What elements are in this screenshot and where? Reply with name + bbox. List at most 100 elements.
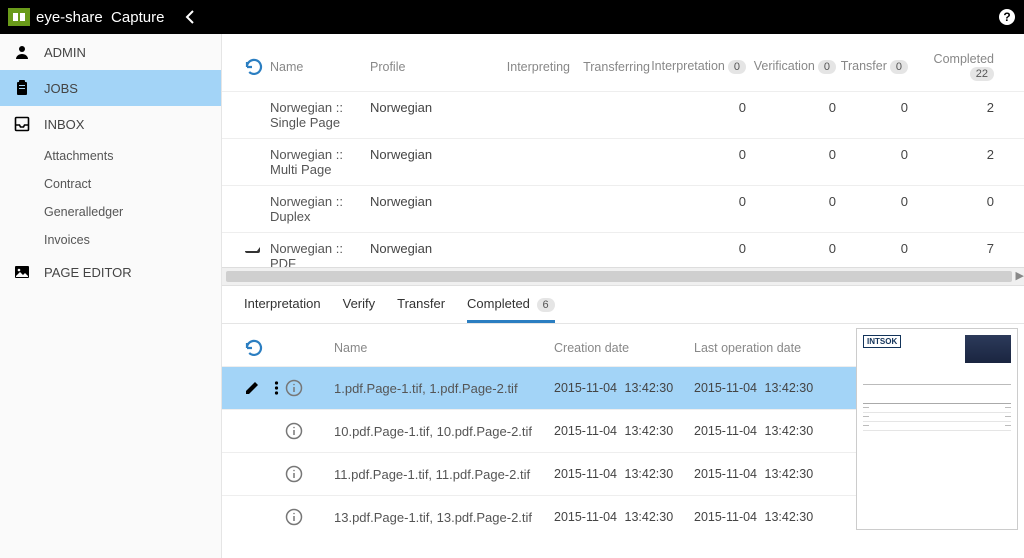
job-verification: 0 <box>746 147 836 162</box>
scanner-icon <box>244 241 270 255</box>
refresh-jobs-button[interactable] <box>244 57 270 77</box>
job-interpretation: 0 <box>650 100 746 115</box>
file-creation-date: 2015-11-04 13:42:30 <box>554 381 694 395</box>
file-creation-date: 2015-11-04 13:42:30 <box>554 467 694 481</box>
file-last-operation-date: 2015-11-04 13:42:30 <box>694 424 834 438</box>
file-last-operation-date: 2015-11-04 13:42:30 <box>694 510 834 524</box>
tab-completed[interactable]: Completed 6 <box>467 296 555 323</box>
jobs-panel: Name Profile Interpreting Transferring I… <box>222 34 1024 286</box>
file-row[interactable]: 13.pdf.Page-1.tif, 13.pdf.Page-2.tif2015… <box>222 495 856 538</box>
jobs-header-row: Name Profile Interpreting Transferring I… <box>222 34 1024 91</box>
file-creation-date: 2015-11-04 13:42:30 <box>554 424 694 438</box>
job-completed: 2 <box>908 147 994 162</box>
file-name: 11.pdf.Page-1.tif, 11.pdf.Page-2.tif <box>334 467 554 482</box>
job-name: Norwegian ::PDF <box>270 241 370 267</box>
col-header-completed[interactable]: Completed22 <box>908 52 994 81</box>
sidebar-sub-attachments[interactable]: Attachments <box>0 142 221 170</box>
clipboard-icon <box>14 80 34 96</box>
job-name: Norwegian ::Multi Page <box>270 147 370 177</box>
job-verification: 0 <box>746 194 836 209</box>
col-header-transfer[interactable]: Transfer0 <box>836 59 908 74</box>
col-header-filename[interactable]: Name <box>334 341 554 355</box>
col-header-last-operation-date[interactable]: Last operation date <box>694 341 834 355</box>
refresh-completed-button[interactable] <box>244 338 334 358</box>
col-header-verification[interactable]: Verification0 <box>746 59 836 74</box>
job-row[interactable]: Norwegian ::PDFNorwegian0007 <box>222 232 1024 267</box>
help-button[interactable]: ? <box>998 8 1016 26</box>
preview-graphic <box>965 335 1011 363</box>
sidebar-item-label: INBOX <box>44 117 84 132</box>
job-profile: Norwegian <box>370 241 490 256</box>
sidebar-item-page-editor[interactable]: PAGE EDITOR <box>0 254 221 290</box>
job-row[interactable]: Norwegian ::Multi PageNorwegian0002 <box>222 138 1024 185</box>
person-icon <box>14 44 34 60</box>
job-profile: Norwegian <box>370 194 490 209</box>
job-transfer: 0 <box>836 194 908 209</box>
sidebar-sub-contract[interactable]: Contract <box>0 170 221 198</box>
job-completed: 7 <box>908 241 994 256</box>
job-transfer: 0 <box>836 100 908 115</box>
sidebar-sub-generalledger[interactable]: Generalledger <box>0 198 221 226</box>
topbar: eye-share Capture ? <box>0 0 1024 34</box>
tab-transfer[interactable]: Transfer <box>397 296 445 323</box>
svg-text:?: ? <box>1003 10 1010 24</box>
job-row[interactable]: Norwegian ::Single PageNorwegian0002 <box>222 91 1024 138</box>
info-icon[interactable] <box>285 422 303 440</box>
file-row[interactable]: 11.pdf.Page-1.tif, 11.pdf.Page-2.tif2015… <box>222 452 856 495</box>
main-area: Name Profile Interpreting Transferring I… <box>222 34 1024 558</box>
sidebar-item-jobs[interactable]: JOBS <box>0 70 221 106</box>
col-header-interpretation[interactable]: Interpretation0 <box>650 59 746 74</box>
tab-interpretation[interactable]: Interpretation <box>244 296 321 323</box>
job-profile: Norwegian <box>370 100 490 115</box>
more-icon[interactable] <box>274 380 279 396</box>
document-preview[interactable]: INTSOK —— —— —— <box>856 328 1018 530</box>
job-verification: 0 <box>746 100 836 115</box>
job-row[interactable]: Norwegian ::DuplexNorwegian0000 <box>222 185 1024 232</box>
info-icon[interactable] <box>285 379 303 397</box>
file-creation-date: 2015-11-04 13:42:30 <box>554 510 694 524</box>
job-interpretation: 0 <box>650 241 746 256</box>
preview-vendor-logo: INTSOK <box>863 335 901 348</box>
col-header-transferring[interactable]: Transferring <box>570 60 650 74</box>
detail-tabs: Interpretation Verify Transfer Completed… <box>222 286 1024 324</box>
app-title: eye-share Capture <box>36 9 164 26</box>
sidebar-item-inbox[interactable]: INBOX <box>0 106 221 142</box>
col-header-name[interactable]: Name <box>270 60 370 74</box>
job-verification: 0 <box>746 241 836 256</box>
inbox-icon <box>14 116 34 132</box>
image-icon <box>14 264 34 280</box>
file-row[interactable]: 1.pdf.Page-1.tif, 1.pdf.Page-2.tif2015-1… <box>222 366 856 409</box>
file-last-operation-date: 2015-11-04 13:42:30 <box>694 467 834 481</box>
sidebar-item-label: PAGE EDITOR <box>44 265 132 280</box>
horizontal-scrollbar[interactable]: ▶ <box>222 267 1024 285</box>
completed-list: Name Creation date Last operation date 1… <box>222 324 856 558</box>
file-last-operation-date: 2015-11-04 13:42:30 <box>694 381 834 395</box>
job-name: Norwegian ::Duplex <box>270 194 370 224</box>
job-interpretation: 0 <box>650 147 746 162</box>
edit-icon[interactable] <box>244 380 260 396</box>
file-row[interactable]: 10.pdf.Page-1.tif, 10.pdf.Page-2.tif2015… <box>222 409 856 452</box>
tab-verify[interactable]: Verify <box>343 296 376 323</box>
sidebar-collapse-button[interactable] <box>185 10 209 24</box>
job-completed: 0 <box>908 194 994 209</box>
sidebar-item-admin[interactable]: ADMIN <box>0 34 221 70</box>
job-transfer: 0 <box>836 147 908 162</box>
info-icon[interactable] <box>285 465 303 483</box>
job-name: Norwegian ::Single Page <box>270 100 370 130</box>
job-completed: 2 <box>908 100 994 115</box>
sidebar-item-label: JOBS <box>44 81 78 96</box>
sidebar-sub-invoices[interactable]: Invoices <box>0 226 221 254</box>
col-header-creation-date[interactable]: Creation date <box>554 341 694 355</box>
job-profile: Norwegian <box>370 147 490 162</box>
col-header-profile[interactable]: Profile <box>370 60 490 74</box>
file-name: 1.pdf.Page-1.tif, 1.pdf.Page-2.tif <box>334 381 554 396</box>
brand-logo-icon <box>8 8 30 26</box>
job-transfer: 0 <box>836 241 908 256</box>
info-icon[interactable] <box>285 508 303 526</box>
sidebar: ADMIN JOBS INBOX Attachments Contract Ge… <box>0 34 222 558</box>
col-header-interpreting[interactable]: Interpreting <box>490 60 570 74</box>
sidebar-item-label: ADMIN <box>44 45 86 60</box>
file-name: 10.pdf.Page-1.tif, 10.pdf.Page-2.tif <box>334 424 554 439</box>
job-interpretation: 0 <box>650 194 746 209</box>
file-name: 13.pdf.Page-1.tif, 13.pdf.Page-2.tif <box>334 510 554 525</box>
